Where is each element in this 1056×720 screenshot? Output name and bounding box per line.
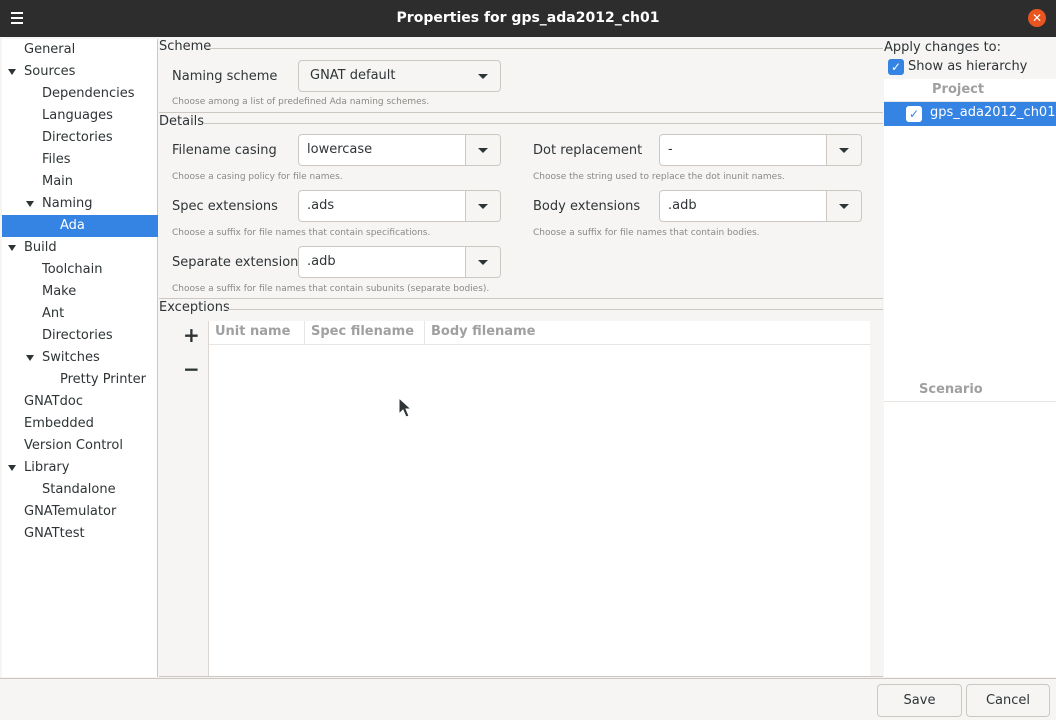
chevron-down-icon bbox=[478, 148, 488, 153]
sidebar-item-switches[interactable]: Switches bbox=[2, 347, 158, 369]
remove-exception-button[interactable]: − bbox=[183, 357, 200, 381]
separate-extensions-hint: Choose a suffix for file names that cont… bbox=[172, 284, 490, 294]
sidebar-item-files[interactable]: Files bbox=[2, 149, 158, 171]
mouse-cursor-icon bbox=[398, 396, 413, 418]
sidebar-item-build[interactable]: Build bbox=[2, 237, 158, 259]
divider bbox=[203, 123, 883, 124]
dot-replacement-hint: Choose the string used to replace the do… bbox=[533, 172, 785, 182]
sidebar-item-dependencies[interactable]: Dependencies bbox=[2, 83, 158, 105]
separate-extensions-combo[interactable]: .adb bbox=[298, 246, 501, 278]
body-extensions-label: Body extensions bbox=[533, 199, 641, 214]
divider bbox=[207, 48, 883, 49]
separate-extensions-label: Separate extensions bbox=[172, 255, 306, 270]
apply-changes-label: Apply changes to: bbox=[884, 40, 1002, 55]
sidebar-tree: General Sources Dependencies Languages D… bbox=[2, 39, 158, 677]
expander-down-icon[interactable] bbox=[26, 355, 34, 361]
divider bbox=[159, 298, 883, 299]
sidebar-item-gnatdoc[interactable]: GNATdoc bbox=[2, 391, 158, 413]
show-hierarchy-checkbox[interactable]: ✓ bbox=[888, 59, 904, 75]
sidebar-item-toolchain[interactable]: Toolchain bbox=[2, 259, 158, 281]
dot-replacement-combo[interactable]: - bbox=[659, 134, 862, 166]
combo-dropdown-button[interactable] bbox=[465, 247, 500, 277]
sidebar-item-pretty-printer[interactable]: Pretty Printer bbox=[2, 369, 158, 391]
apply-panel: Apply changes to: ✓ Show as hierarchy Pr… bbox=[884, 39, 1056, 677]
column-body-filename[interactable]: Body filename bbox=[431, 324, 535, 339]
expander-down-icon[interactable] bbox=[8, 69, 16, 75]
divider bbox=[226, 309, 883, 310]
combo-dropdown-button[interactable] bbox=[826, 191, 861, 221]
column-separator bbox=[424, 321, 425, 345]
naming-scheme-label: Naming scheme bbox=[172, 69, 278, 84]
naming-scheme-dropdown[interactable]: GNAT default bbox=[298, 60, 501, 92]
sidebar-item-sources[interactable]: Sources bbox=[2, 61, 158, 83]
chevron-down-icon bbox=[478, 260, 488, 265]
column-spec-filename[interactable]: Spec filename bbox=[311, 324, 414, 339]
divider bbox=[884, 401, 1056, 402]
spec-extensions-combo[interactable]: .ads bbox=[298, 190, 501, 222]
chevron-down-icon bbox=[478, 74, 488, 79]
divider bbox=[159, 112, 883, 113]
sidebar-item-standalone[interactable]: Standalone bbox=[2, 479, 158, 501]
chevron-down-icon bbox=[839, 204, 849, 209]
title-bar: Properties for gps_ada2012_ch01 ✕ bbox=[0, 0, 1056, 37]
column-unit-name[interactable]: Unit name bbox=[215, 324, 290, 339]
dialog-footer: Save Cancel bbox=[0, 678, 1056, 720]
table-header: Unit name Spec filename Body filename bbox=[209, 321, 871, 345]
sidebar-item-gnattest[interactable]: GNATtest bbox=[2, 523, 158, 545]
chevron-down-icon bbox=[839, 148, 849, 153]
expander-down-icon[interactable] bbox=[8, 465, 16, 471]
sidebar-item-languages[interactable]: Languages bbox=[2, 105, 158, 127]
expander-down-icon[interactable] bbox=[26, 201, 34, 207]
close-icon[interactable]: ✕ bbox=[1028, 9, 1046, 27]
column-project[interactable]: Project bbox=[932, 82, 984, 97]
save-button[interactable]: Save bbox=[877, 684, 962, 717]
sidebar-item-library[interactable]: Library bbox=[2, 457, 158, 479]
sidebar-item-ada[interactable]: Ada bbox=[2, 215, 158, 237]
sidebar-item-directories[interactable]: Directories bbox=[2, 127, 158, 149]
filename-casing-label: Filename casing bbox=[172, 143, 277, 158]
main-panel: Scheme Naming scheme GNAT default Choose… bbox=[159, 39, 883, 677]
show-hierarchy-label: Show as hierarchy bbox=[908, 59, 1028, 74]
combo-dropdown-button[interactable] bbox=[465, 135, 500, 165]
sidebar-item-naming[interactable]: Naming bbox=[2, 193, 158, 215]
filename-casing-combo[interactable]: lowercase bbox=[298, 134, 501, 166]
add-exception-button[interactable]: + bbox=[183, 323, 200, 347]
sidebar-item-version-control[interactable]: Version Control bbox=[2, 435, 158, 457]
sidebar-item-general[interactable]: General bbox=[2, 39, 158, 61]
body-extensions-combo[interactable]: .adb bbox=[659, 190, 862, 222]
project-checkbox[interactable]: ✓ bbox=[906, 106, 922, 122]
sidebar-item-embedded[interactable]: Embedded bbox=[2, 413, 158, 435]
window-title: Properties for gps_ada2012_ch01 bbox=[396, 10, 660, 26]
sidebar-item-ant[interactable]: Ant bbox=[2, 303, 158, 325]
project-row[interactable]: ✓ gps_ada2012_ch01 bbox=[884, 102, 1056, 126]
sidebar-item-build-directories[interactable]: Directories bbox=[2, 325, 158, 347]
dot-replacement-label: Dot replacement bbox=[533, 143, 643, 158]
chevron-down-icon bbox=[478, 204, 488, 209]
spec-extensions-label: Spec extensions bbox=[172, 199, 278, 214]
column-scenario[interactable]: Scenario bbox=[919, 382, 983, 397]
combo-dropdown-button[interactable] bbox=[826, 135, 861, 165]
expander-down-icon[interactable] bbox=[8, 245, 16, 251]
filename-casing-hint: Choose a casing policy for file names. bbox=[172, 172, 343, 182]
details-frame-label: Details bbox=[159, 114, 205, 129]
spec-extensions-hint: Choose a suffix for file names that cont… bbox=[172, 228, 431, 238]
sidebar-item-gnatemulator[interactable]: GNATemulator bbox=[2, 501, 158, 523]
column-separator bbox=[304, 321, 305, 345]
project-list: Project bbox=[884, 79, 1056, 677]
project-name: gps_ada2012_ch01 bbox=[930, 105, 1056, 120]
sidebar-item-main[interactable]: Main bbox=[2, 171, 158, 193]
cancel-button[interactable]: Cancel bbox=[966, 684, 1050, 717]
body-extensions-hint: Choose a suffix for file names that cont… bbox=[533, 228, 760, 238]
exceptions-frame-label: Exceptions bbox=[159, 300, 230, 315]
combo-dropdown-button[interactable] bbox=[465, 191, 500, 221]
naming-scheme-hint: Choose among a list of predefined Ada na… bbox=[172, 97, 430, 107]
scheme-frame-label: Scheme bbox=[159, 39, 212, 54]
sidebar-item-make[interactable]: Make bbox=[2, 281, 158, 303]
divider bbox=[159, 676, 883, 677]
exceptions-table[interactable]: Unit name Spec filename Body filename bbox=[208, 321, 871, 676]
